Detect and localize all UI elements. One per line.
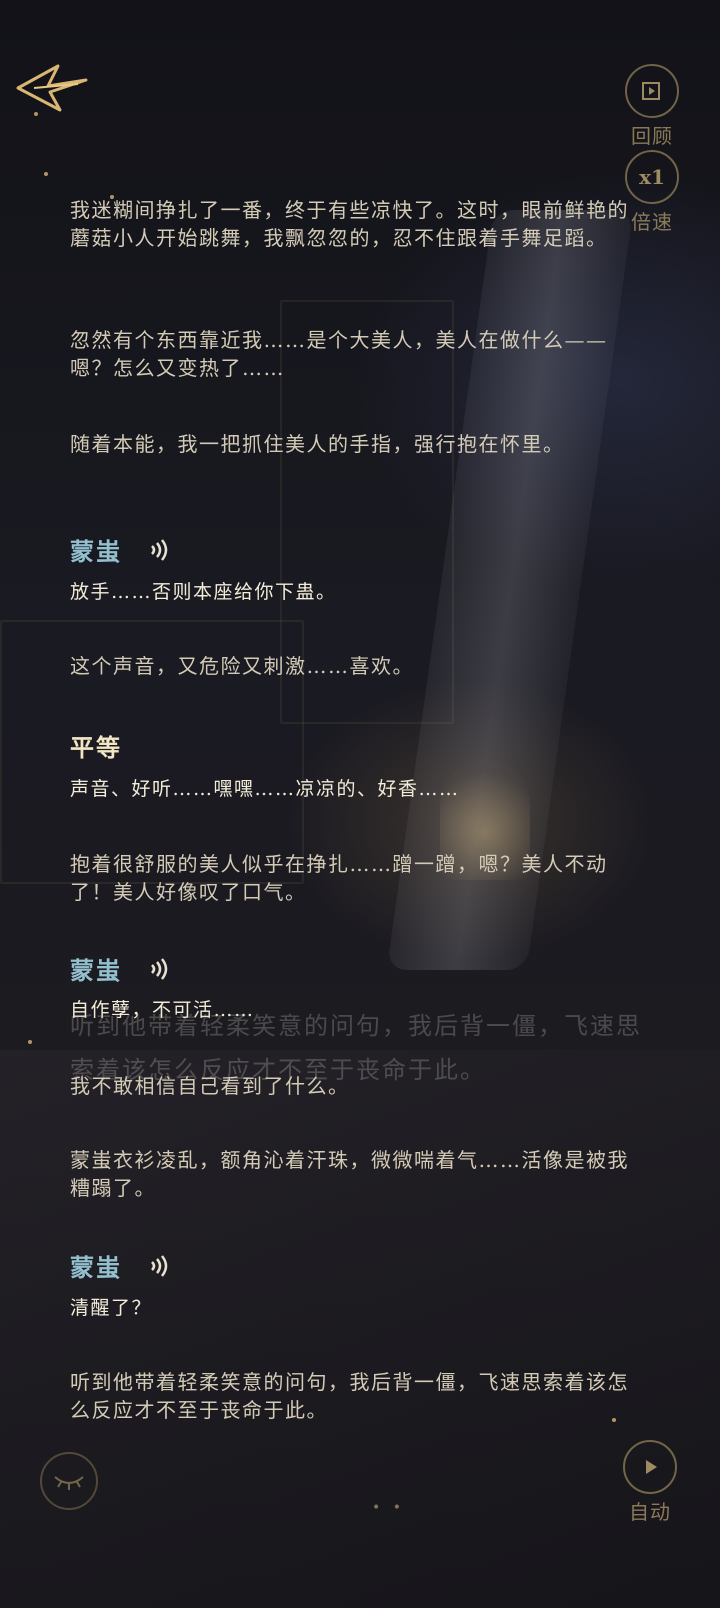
speaker-label: 蒙蚩 <box>70 537 122 566</box>
auto-button[interactable]: 自动 <box>620 1440 680 1525</box>
narration-1: 我迷糊间挣扎了一番，终于有些凉快了。这时，眼前鲜艳的蘑菇小人开始跳舞，我飘忽忽的… <box>70 198 629 250</box>
auto-play-icon <box>623 1440 677 1494</box>
speaker-name: 蒙蚩 <box>70 532 170 567</box>
narration-8: 听到他带着轻柔笑意的问句，我后背一僵，飞速思索着该怎么反应才不至于丧命于此。 <box>70 1370 629 1422</box>
page-indicator: • • <box>372 1500 405 1516</box>
speed-button[interactable]: x1 倍速 <box>622 150 682 235</box>
back-button[interactable] <box>14 58 94 114</box>
auto-label: 自动 <box>629 1500 671 1524</box>
review-icon <box>625 64 679 118</box>
closed-eye-icon <box>54 1476 84 1490</box>
speaker-name: 蒙蚩 <box>70 951 170 986</box>
narration-7: 蒙蚩衣衫凌乱，额角沁着汗珠，微微喘着气……活像是被我糟蹋了。 <box>70 1148 629 1200</box>
dialogue-line: 清醒了？ <box>70 1297 153 1319</box>
sparkle <box>44 172 48 176</box>
hide-ui-button[interactable] <box>40 1452 98 1510</box>
speaker-name: 蒙蚩 <box>70 1248 170 1283</box>
voice-play-icon[interactable] <box>148 1253 170 1279</box>
review-label: 回顾 <box>631 124 673 148</box>
narration-6: 我不敢相信自己看到了什么。 <box>70 1074 350 1098</box>
back-arrow-icon <box>16 64 88 112</box>
speaker-label: 平等 <box>70 733 122 762</box>
sparkle <box>28 1040 32 1044</box>
narration-3: 随着本能，我一把抓住美人的手指，强行抱在怀里。 <box>70 432 565 456</box>
narration-5: 抱着很舒服的美人似乎在挣扎……蹭一蹭，嗯？美人不动了！美人好像叹了口气。 <box>70 852 608 904</box>
voice-play-icon[interactable] <box>148 537 170 563</box>
dialogue-line: 声音、好听……嘿嘿……凉凉的、好香…… <box>70 778 460 800</box>
review-button[interactable]: 回顾 <box>622 64 682 149</box>
speaker-label: 蒙蚩 <box>70 956 122 985</box>
narration-2: 忽然有个东西靠近我……是个大美人，美人在做什么——嗯？怎么又变热了…… <box>70 328 608 380</box>
speed-value: x1 <box>625 150 679 204</box>
speaker-label: 蒙蚩 <box>70 1253 122 1282</box>
narration-4: 这个声音，又危险又刺激……喜欢。 <box>70 654 414 678</box>
speaker-name: 平等 <box>70 728 122 763</box>
speed-label: 倍速 <box>631 210 673 234</box>
voice-play-icon[interactable] <box>148 956 170 982</box>
dialogue-line: 放手……否则本座给你下蛊。 <box>70 581 337 603</box>
floor <box>0 1050 720 1608</box>
